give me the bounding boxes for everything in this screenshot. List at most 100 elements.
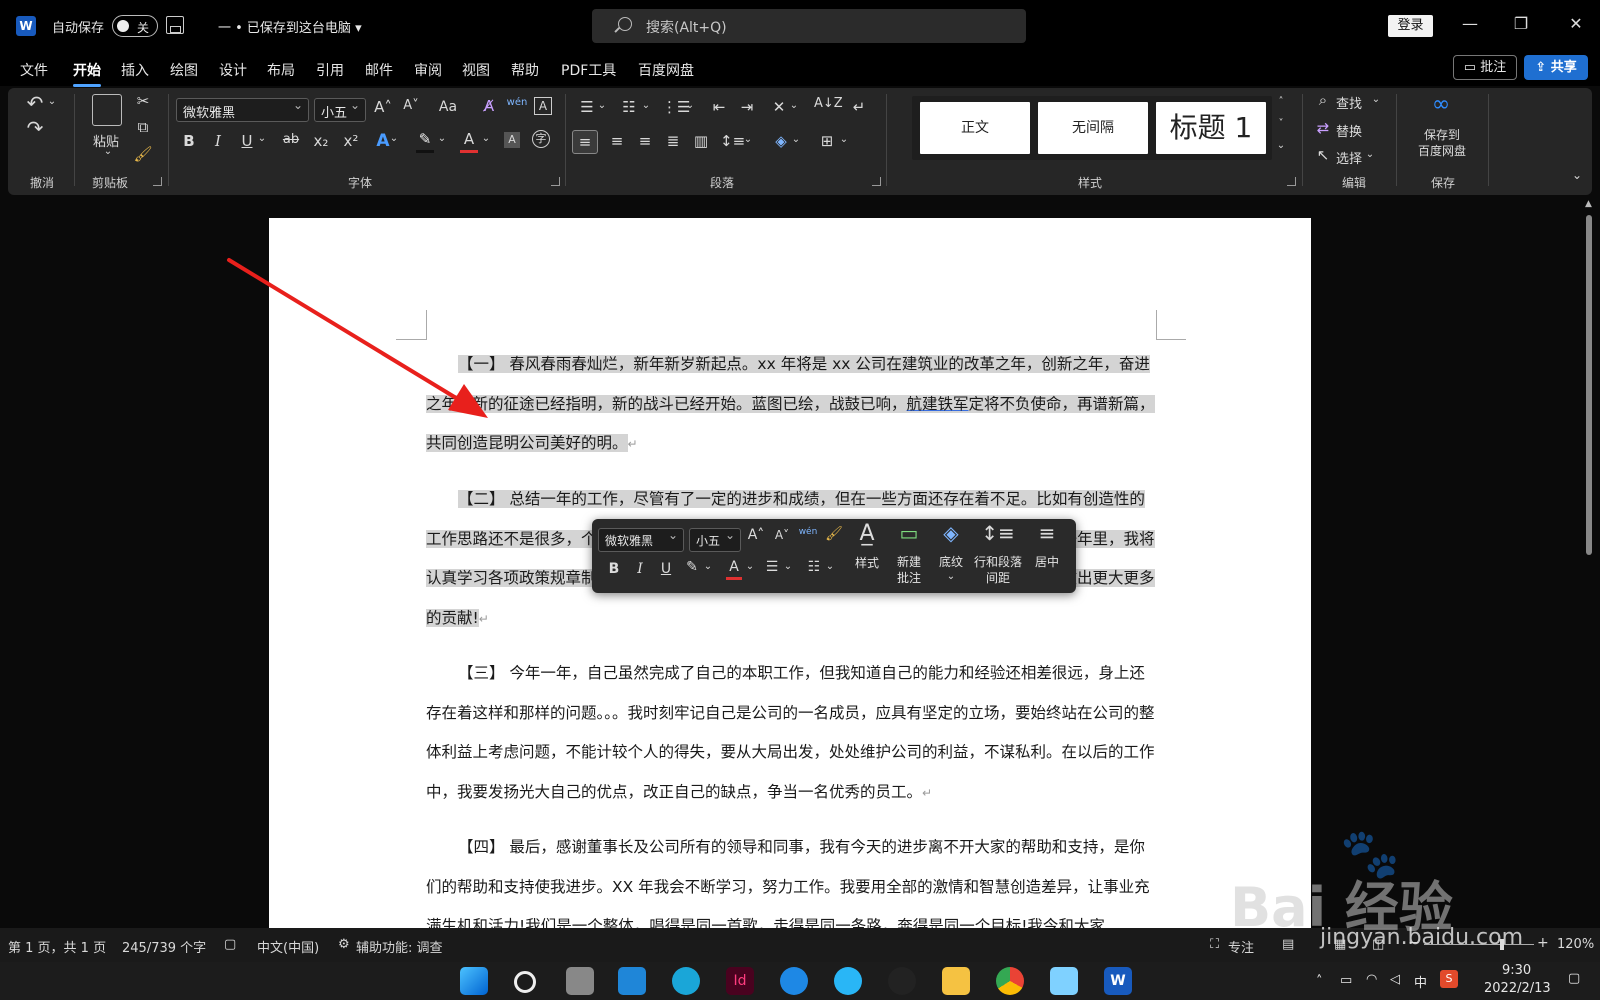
chinese-layout-icon[interactable]: ✕ [768,98,790,116]
close-button[interactable]: ✕ [1566,14,1586,36]
select-icon[interactable]: ↖ [1312,146,1334,164]
decrease-indent-icon[interactable]: ⇤ [708,98,730,116]
cut-icon[interactable]: ✂ [132,92,154,110]
find-button[interactable]: 查找 [1336,93,1362,112]
mini-center-label[interactable]: 居中 [1030,555,1064,570]
clear-format-icon[interactable]: A̸ [478,97,500,115]
multilevel-list-icon[interactable]: ⋮☰ [662,98,690,116]
clock-time[interactable]: 9:30 [1502,963,1531,978]
chinese-layout-dropdown-icon[interactable]: ⌄ [788,100,800,111]
minimize-button[interactable]: — [1460,14,1480,36]
styles-more-icon[interactable]: ⌄ [1274,140,1288,151]
increase-indent-icon[interactable]: ⇥ [736,98,758,116]
tab-mailings[interactable]: 邮件 [365,60,393,80]
tab-help[interactable]: 帮助 [511,60,539,80]
new-comment-icon[interactable]: ▭ [892,521,926,545]
copy-icon[interactable]: ⧉ [132,118,154,136]
word-taskbar-icon[interactable]: W [1104,967,1132,995]
font-color-icon[interactable]: A [458,130,480,148]
chrome-icon[interactable] [996,967,1024,995]
zoom-in-icon[interactable]: + [1537,935,1549,951]
distributed-icon[interactable]: ▥ [690,132,712,150]
shading-icon[interactable]: ◈ [770,132,792,150]
mini-styles-icon[interactable]: A̲ [850,521,884,546]
styles-scroll-down-icon[interactable]: ˅ [1274,118,1288,129]
char-shading-icon[interactable]: A [504,132,520,148]
vertical-scrollbar[interactable]: ▲ [1583,199,1595,927]
underline-icon[interactable]: U [236,132,258,150]
scroll-up-icon[interactable]: ▲ [1585,199,1592,209]
zoom-out-icon[interactable]: − [1408,935,1420,951]
ribbon-collapse-icon[interactable]: ⌄ [1566,168,1588,182]
phonetic-guide-icon[interactable]: wén [506,97,528,108]
new-comment-label-2[interactable]: 批注 [892,571,926,586]
tab-baidu-netdisk[interactable]: 百度网盘 [638,60,694,80]
line-spacing-icon[interactable]: ↕≡ [720,132,745,150]
tab-insert[interactable]: 插入 [121,60,149,80]
tab-draw[interactable]: 绘图 [170,60,198,80]
zoom-slider[interactable] [1424,944,1534,945]
font-size-select[interactable]: 小五 [314,98,366,122]
mini-bullets-dropdown-icon[interactable]: ⌄ [782,561,794,572]
mini-font-name-select[interactable]: 微软雅黑 [598,528,684,552]
mini-phonetic-icon[interactable]: wén [798,527,818,537]
clock-date[interactable]: 2022/2/13 [1484,981,1551,996]
shading-dropdown-icon[interactable]: ⌄ [790,134,802,145]
shrink-font-icon[interactable]: A˅ [400,98,422,113]
borders-icon[interactable]: ⊞ [816,132,838,150]
start-menu-icon[interactable] [460,967,488,995]
mini-highlight-icon[interactable]: ✎ [682,559,702,575]
clipboard-launcher-icon[interactable] [153,177,162,186]
font-color-dropdown-icon[interactable]: ⌄ [480,133,492,144]
restore-button[interactable]: ❐ [1511,14,1531,36]
mini-font-size-select[interactable]: 小五 [689,528,741,552]
highlight-dropdown-icon[interactable]: ⌄ [436,133,448,144]
tab-view[interactable]: 视图 [462,60,490,80]
paragraph-3[interactable]: 【三】 今年一年，自己虽然完成了自己的本职工作，但我知道自己的能力和经验还相差很… [426,654,1156,813]
search-input[interactable]: 搜索(Alt+Q) [592,9,1026,43]
language-indicator[interactable]: 中文(中国) [257,937,319,956]
mini-bullets-icon[interactable]: ☰ [762,559,782,575]
page-count[interactable]: 第 1 页，共 1 页 [8,937,106,956]
qq-icon[interactable] [888,967,916,995]
selected-text[interactable]: 【一】 春风春雨春灿烂，新年新岁新起点。xx 年将是 xx 公司在建筑业的改革之… [426,355,1155,452]
grow-font-icon[interactable]: A˄ [372,98,394,116]
widgets-icon[interactable] [618,967,646,995]
mini-grow-font-icon[interactable]: A˄ [746,527,766,543]
share-button[interactable]: ⇪ 共享 [1524,55,1588,80]
mini-spacing-icon[interactable]: ↕≡ [978,521,1018,545]
undo-dropdown-icon[interactable]: ⌄ [46,96,58,107]
highlight-color-icon[interactable]: ✎ [414,130,436,148]
bullets-dropdown-icon[interactable]: ⌄ [596,100,608,111]
replace-icon[interactable]: ⇄ [1312,119,1334,137]
font-name-select[interactable]: 微软雅黑 [176,98,309,122]
char-border-icon[interactable]: A [534,97,552,115]
ime-indicator[interactable]: 中 [1414,972,1427,991]
undo-icon[interactable]: ↶ [24,91,46,115]
styles-scroll-up-icon[interactable]: ˄ [1274,96,1288,107]
numbering-icon[interactable]: ☷ [618,98,640,116]
zoom-level[interactable]: 120% [1557,937,1594,952]
find-icon[interactable]: ⌕ [1312,91,1334,109]
mini-spacing-label-2[interactable]: 间距 [972,571,1024,586]
subscript-icon[interactable]: x₂ [310,132,332,150]
tab-file[interactable]: 文件 [20,60,48,80]
focus-mode[interactable]: 专注 [1228,937,1254,956]
baidu-netdisk-icon[interactable]: ∞ [1426,92,1456,117]
enclose-char-icon[interactable]: 字 [532,130,550,148]
mini-font-color-icon[interactable]: A [724,559,744,575]
volume-icon[interactable]: ◁ [1390,972,1400,987]
chat-app-icon[interactable] [834,967,862,995]
proofing-icon[interactable]: ▢ [224,937,236,952]
sogou-ime-icon[interactable]: S [1440,970,1458,988]
comment-button[interactable]: ▭ 批注 [1453,55,1517,80]
indesign-icon[interactable]: Id [726,967,754,995]
save-to-baidu-line2[interactable]: 百度网盘 [1410,142,1474,159]
paste-dropdown-icon[interactable]: ⌄ [97,146,119,157]
word-count[interactable]: 245/739 个字 [122,937,206,956]
file-explorer-icon[interactable] [942,967,970,995]
paragraph-1[interactable]: 【一】 春风春雨春灿烂，新年新岁新起点。xx 年将是 xx 公司在建筑业的改革之… [426,345,1156,465]
paragraph-launcher-icon[interactable] [872,177,881,186]
sort-icon[interactable]: A↓Z [814,96,843,111]
multilevel-dropdown-icon[interactable]: ⌄ [684,100,696,111]
